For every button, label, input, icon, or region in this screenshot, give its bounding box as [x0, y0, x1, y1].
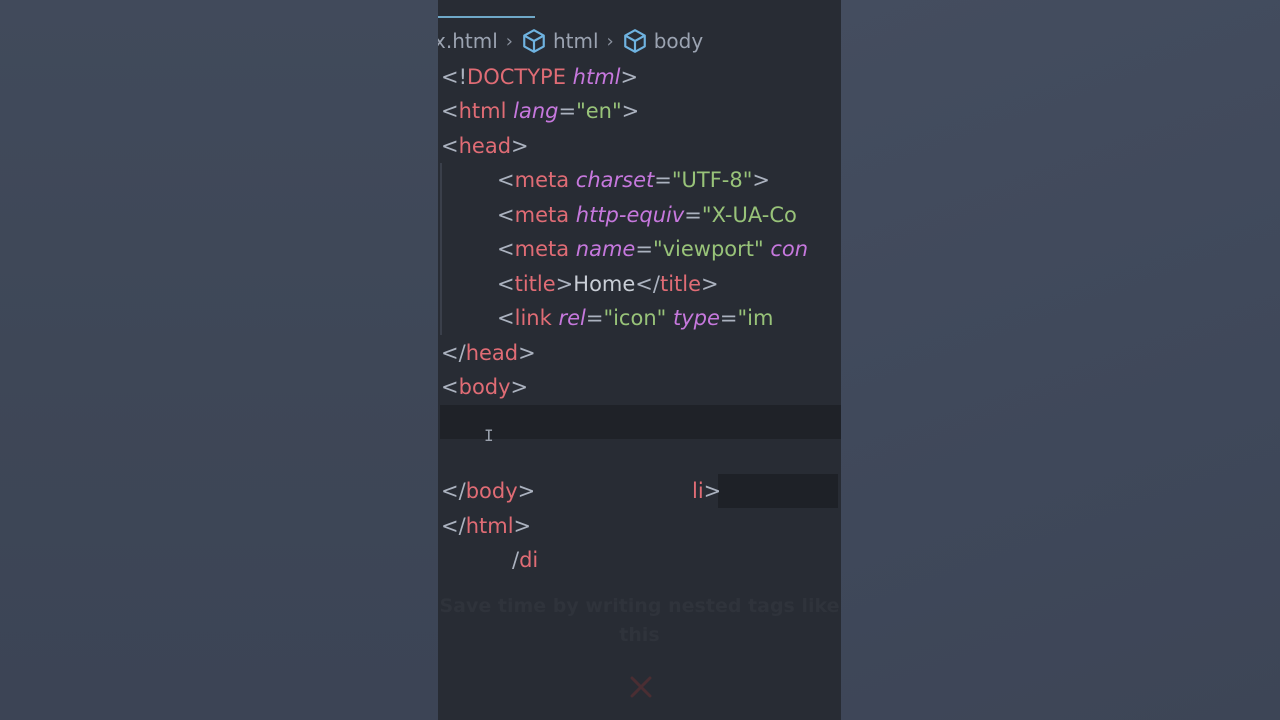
code-line[interactable]: </html> [441, 509, 531, 543]
code-line[interactable]: <meta charset="UTF-8"> [497, 163, 770, 197]
code-line[interactable]: <body> [441, 370, 528, 404]
caption-text: Save time by writing nested tags like th… [439, 595, 840, 646]
code-line[interactable]: <html lang="en"> [441, 94, 639, 128]
code-line[interactable]: <!DOCTYPE html> [441, 60, 638, 94]
code-fragment-li: li> [692, 479, 722, 503]
background-left-panel [0, 0, 438, 720]
background-right-panel [841, 0, 1280, 720]
code-line[interactable]: <meta http-equiv="X-UA-Co [497, 198, 797, 232]
code-line[interactable]: <meta name="viewport" con [497, 232, 808, 266]
close-icon[interactable] [626, 672, 656, 702]
code-line[interactable]: <head> [441, 129, 529, 163]
code-line[interactable]: </head> [441, 336, 536, 370]
code-line[interactable]: <title>Home</title> [497, 267, 719, 301]
code-line[interactable]: <link rel="icon" type="im [497, 301, 773, 335]
code-line[interactable]: </body> [441, 474, 535, 508]
code-line[interactable]: /di [512, 543, 538, 577]
